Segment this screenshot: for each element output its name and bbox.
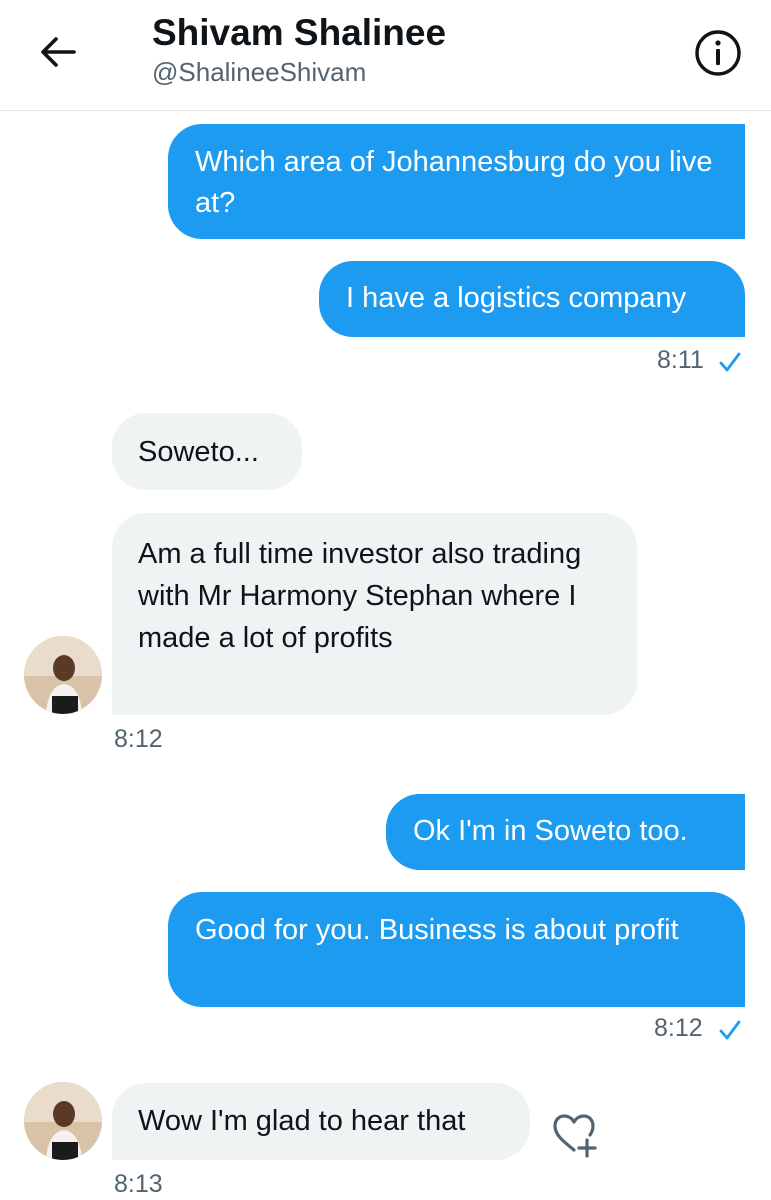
message-timestamp: 8:12 (114, 725, 163, 753)
message-bubble-sent[interactable]: Which area of Johannesburg do you live a… (168, 124, 745, 239)
message-timestamp: 8:11 (657, 346, 704, 374)
message-bubble-sent[interactable]: Ok I'm in Soweto too. (386, 794, 745, 870)
avatar[interactable] (24, 1082, 102, 1160)
message-text: Wow I'm glad to hear that (138, 1105, 466, 1137)
message-bubble-sent[interactable]: Good for you. Business is about profit (168, 892, 745, 1007)
message-timestamp: 8:13 (114, 1170, 163, 1198)
message-timestamp: 8:12 (654, 1014, 703, 1042)
conversation-header: Shivam Shalinee @ShalineeShivam (0, 0, 771, 111)
message-text: Good for you. Business is about profit (195, 914, 679, 946)
avatar[interactable] (24, 636, 102, 714)
back-button[interactable] (34, 28, 82, 76)
conversation-info-button[interactable] (693, 28, 743, 78)
heart-plus-icon (553, 1114, 597, 1158)
message-bubble-received[interactable]: Soweto... (112, 413, 302, 490)
message-text: Am a full time investor also trading wit… (138, 538, 582, 654)
message-text: Ok I'm in Soweto too. (413, 815, 688, 847)
add-reaction-button[interactable] (549, 1110, 599, 1160)
message-text: Which area of Johannesburg do you live a… (195, 146, 713, 219)
message-text: I have a logistics company (346, 282, 687, 314)
message-text: Soweto... (138, 436, 259, 468)
checkmark-icon (719, 1020, 741, 1040)
message-bubble-sent[interactable]: I have a logistics company (319, 261, 745, 337)
contact-name[interactable]: Shivam Shalinee (152, 12, 446, 54)
arrow-left-icon (41, 37, 76, 67)
message-bubble-received[interactable]: Wow I'm glad to hear that (112, 1083, 530, 1160)
checkmark-icon (719, 352, 741, 372)
message-bubble-received[interactable]: Am a full time investor also trading wit… (112, 513, 637, 715)
contact-handle[interactable]: @ShalineeShivam (152, 57, 366, 88)
profile-photo (24, 636, 102, 714)
info-icon (695, 30, 741, 76)
profile-photo (24, 1082, 102, 1160)
